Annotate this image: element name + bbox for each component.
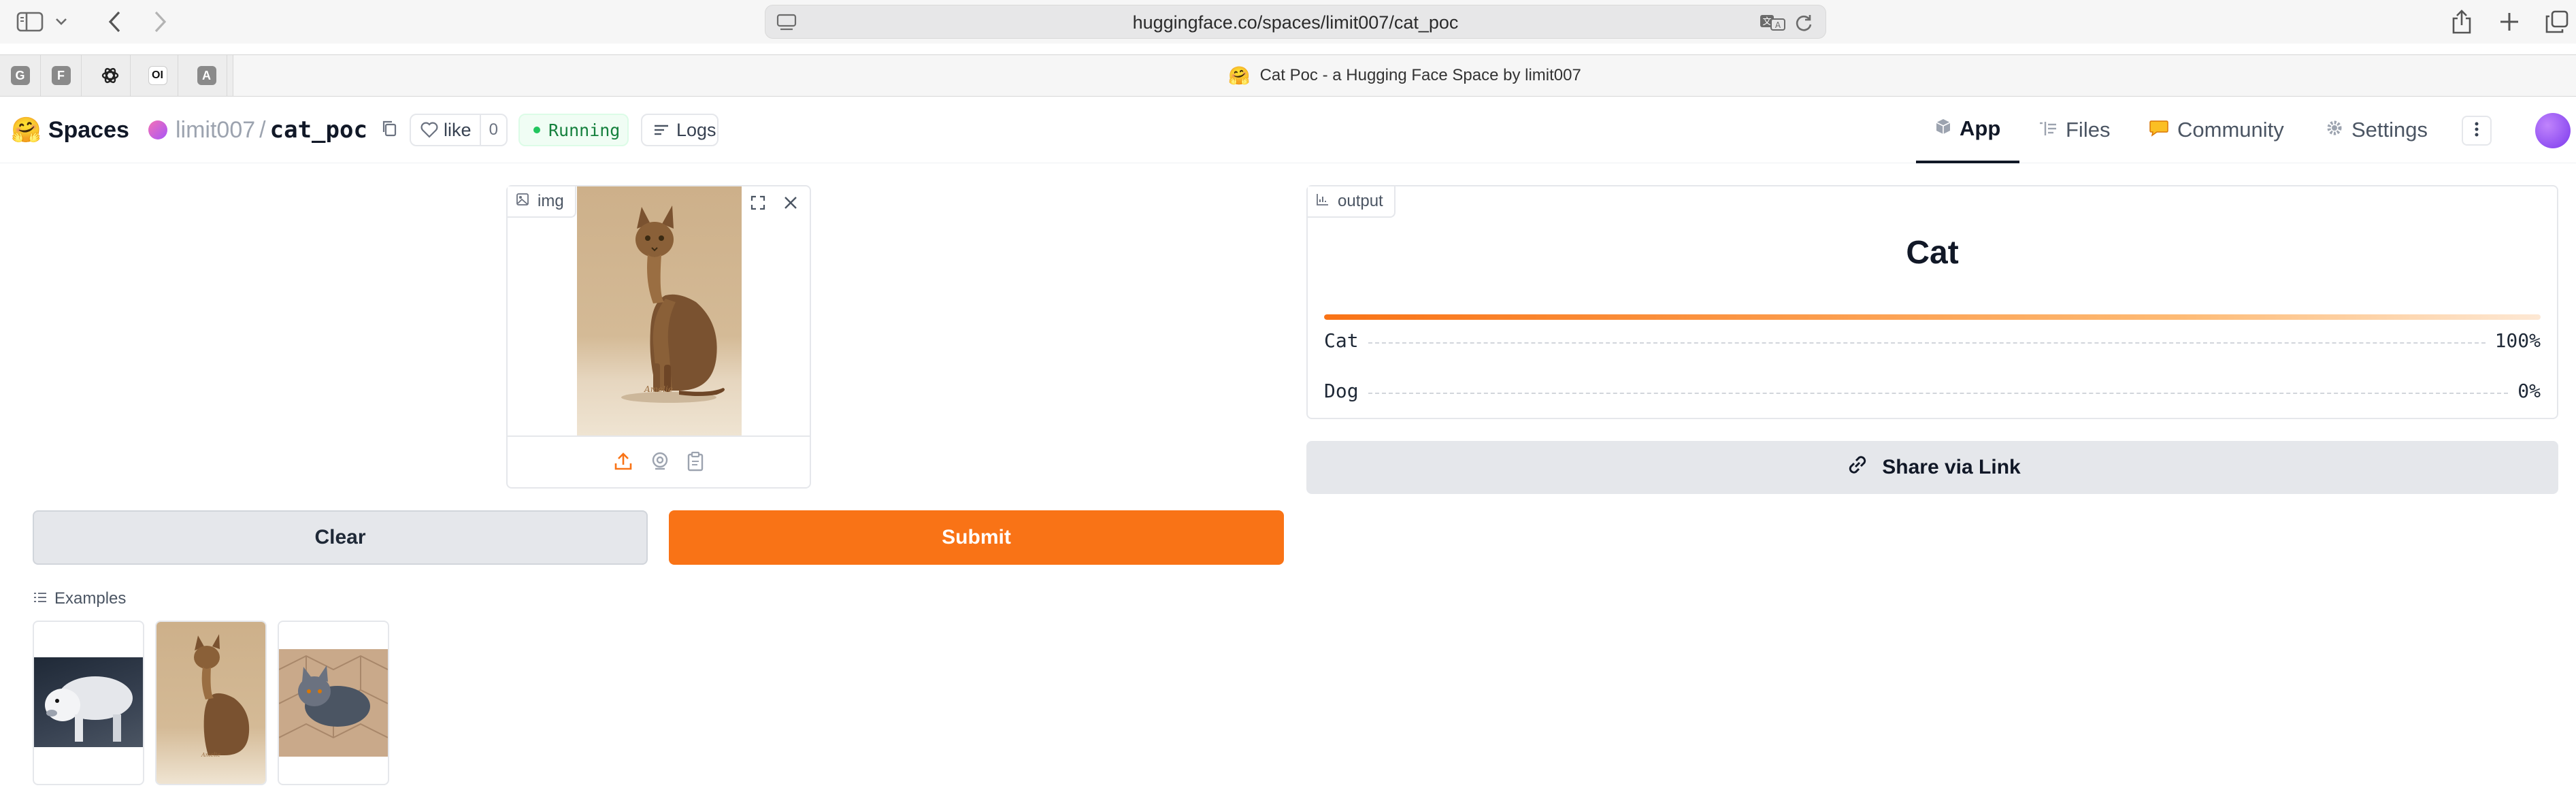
copy-icon[interactable] [381,120,397,141]
openai-icon [101,67,118,84]
kebab-menu-icon [2475,122,2479,140]
output-block-label: output [1308,186,1396,218]
user-avatar[interactable] [2535,113,2571,148]
example-item-1[interactable] [33,621,144,785]
example-item-3[interactable] [278,621,389,785]
clear-button[interactable]: Clear [33,510,648,565]
owner-avatar [148,120,167,139]
browser-toolbar: huggingface.co/spaces/limit007/cat_poc 文… [0,0,2576,44]
tab-settings-label: Settings [2351,118,2428,142]
tab-files[interactable]: Files [2038,97,2110,163]
upload-icon[interactable] [613,451,633,475]
link-icon [1844,451,1871,484]
forward-icon[interactable] [146,7,176,37]
input-block-label: img [508,186,576,218]
examples-header: Examples [33,588,126,610]
brand-label: Spaces [48,116,129,143]
submit-button[interactable]: Submit [669,510,1284,565]
svg-text:文: 文 [1762,17,1771,27]
close-icon[interactable] [777,189,804,216]
example-item-2[interactable]: Amelie [155,621,267,785]
svg-text:Amelie: Amelie [644,384,673,394]
webcam-icon[interactable] [650,451,670,475]
tab-app-label: App [1960,116,2001,140]
logs-button[interactable]: Logs [641,114,719,146]
hugging-face-logo-icon: 🤗 [11,116,42,144]
app-cube-icon [1935,116,1951,141]
svg-text:A: A [1775,20,1781,30]
share-via-link-button[interactable]: Share via Link [1306,441,2558,494]
status-text: Running [548,120,621,140]
uploaded-cat-image: Amelie [577,186,742,435]
running-dot-icon [533,127,540,133]
confidence-value: 100% [2494,329,2541,352]
white-dog-image [34,657,143,747]
pinned-tab-g[interactable]: G [0,55,41,96]
top-prediction: Cat [1906,235,1959,271]
path-separator: / [259,116,266,143]
tab-community-label: Community [2177,118,2284,142]
image-icon [516,192,529,211]
gear-icon [2326,118,2343,142]
chart-icon [1316,192,1330,211]
active-tab[interactable]: 🤗 Cat Poc - a Hugging Face Space by limi… [233,55,2576,96]
tab-files-label: Files [2066,118,2111,142]
confidence-row-dog: Dog 0% [1324,377,2541,404]
confidence-label: Cat [1324,329,1359,352]
spaces-home-link[interactable]: 🤗 Spaces [11,97,129,163]
url-text: huggingface.co/spaces/limit007/cat_poc [1132,12,1459,33]
confidence-value: 0% [2517,379,2541,402]
pinned-tab-oi[interactable]: OI [137,55,178,96]
status-badge[interactable]: Running [518,114,629,146]
fullscreen-icon[interactable] [744,189,772,216]
confidence-row-cat: Cat 100% [1324,327,2541,354]
output-label-text: output [1338,192,1383,210]
tab-bar: G F OI A 🤗 Cat Poc - a Hugging Face Spac… [0,54,2576,97]
back-icon[interactable] [99,7,129,37]
more-options-button[interactable] [2462,116,2492,146]
tab-app[interactable]: App [1916,97,2020,163]
new-tab-icon[interactable] [2494,7,2524,37]
confidence-bar-track [1324,314,2541,320]
tab-title: Cat Poc - a Hugging Face Space by limit0… [1259,66,1581,84]
like-count: 0 [479,115,506,145]
pinned-tab-f[interactable]: F [41,55,82,96]
input-image-block: img Amelie [506,185,811,489]
like-button[interactable]: like 0 [410,114,508,146]
sidebar-toggle-icon[interactable] [15,7,45,37]
tab-settings[interactable]: Settings [2326,97,2428,163]
chevron-down-icon[interactable] [52,7,71,37]
input-label-text: img [538,192,564,210]
tab-overview-icon[interactable] [2542,7,2572,37]
gray-kitten-image [279,649,388,757]
confidence-bar-fill [1324,314,2541,320]
share-label: Share via Link [1882,456,2021,478]
svg-text:Amelie: Amelie [201,752,220,758]
list-icon [33,589,48,608]
heart-icon [420,122,438,138]
owner-link[interactable]: limit007 [176,117,255,144]
translate-icon[interactable]: 文A [1759,14,1786,35]
pinned-tab-a[interactable]: A [186,55,227,96]
logs-label: Logs [676,119,716,140]
community-icon [2149,118,2169,142]
repo-name[interactable]: cat_poc [270,116,367,144]
image-source-bar [508,435,810,489]
examples-label: Examples [54,589,127,608]
cat-sitting-image: Amelie [156,622,265,784]
clipboard-icon[interactable] [687,451,704,475]
tab-community[interactable]: Community [2149,97,2284,163]
files-icon [2038,118,2058,142]
address-bar[interactable]: huggingface.co/spaces/limit007/cat_poc 文… [765,5,1826,39]
output-block: output Cat Cat 100% Dog 0% [1306,185,2558,419]
like-label: like [444,119,472,140]
hugging-face-favicon: 🤗 [1228,65,1251,86]
reload-icon[interactable] [1794,14,1813,36]
confidence-label: Dog [1324,379,1359,402]
logs-icon [653,123,670,137]
pinned-tab-openai[interactable] [90,55,131,96]
share-icon[interactable] [2447,7,2477,37]
space-header: 🤗 Spaces limit007 / cat_poc like 0 Runni… [0,97,2576,163]
